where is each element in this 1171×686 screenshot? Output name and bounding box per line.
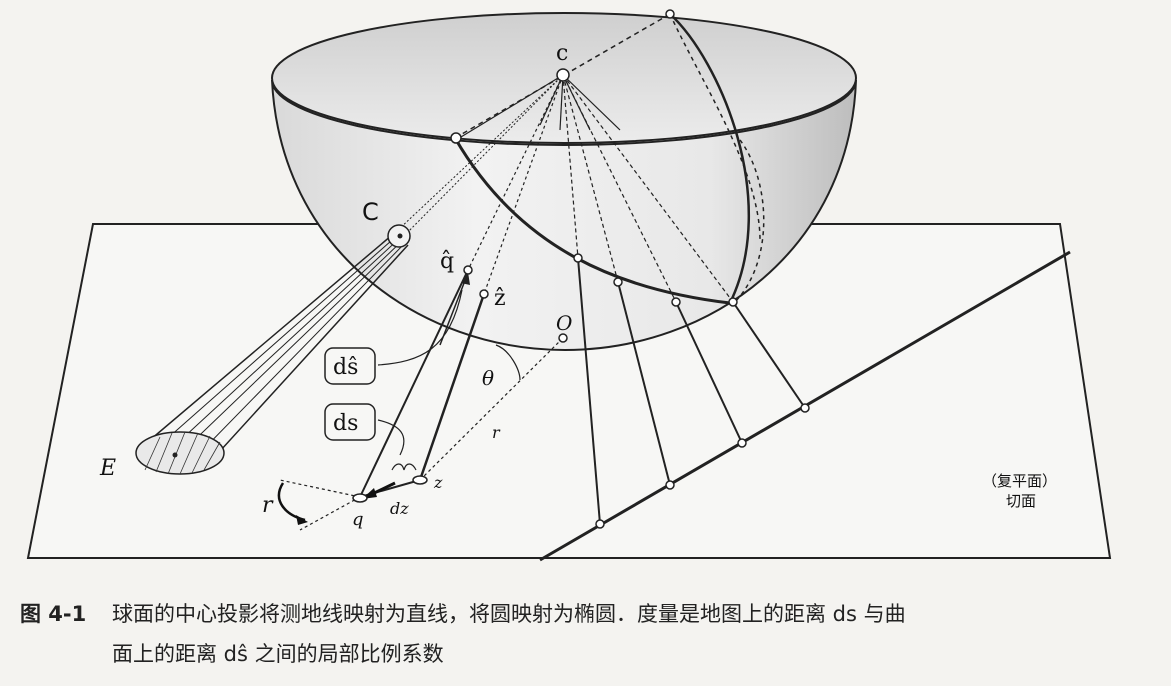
projection-diagram: c C E O q̂ ẑ q z dz θ r r dŝ ds （复平面） 切面	[26, 9, 1112, 562]
label-q-hat: q̂	[440, 249, 454, 274]
label-E: E	[99, 456, 116, 481]
label-O: O	[556, 311, 572, 335]
label-r-rotation: r	[262, 493, 274, 518]
label-theta: θ	[482, 366, 494, 390]
label-z-hat: ẑ	[494, 286, 506, 311]
label-C: C	[362, 198, 379, 226]
label-q: q	[352, 509, 364, 530]
figure-caption: 图 4-1 球面的中心投影将测地线映射为直线，将圆映射为椭圆．度量是地图上的距离 …	[20, 594, 1160, 674]
ellipse-E	[135, 431, 225, 475]
label-ds: ds	[333, 411, 358, 436]
point-E-center	[172, 452, 178, 458]
label-r: r	[492, 423, 501, 442]
label-ds-hat: dŝ	[333, 355, 358, 380]
label-z: z	[433, 473, 443, 492]
caption-number: 图 4-1	[20, 602, 87, 626]
point-C-center	[397, 233, 403, 239]
label-c: c	[556, 41, 568, 66]
caption-line-1: 球面的中心投影将测地线映射为直线，将圆映射为椭圆．度量是地图上的距离 ds 与曲	[112, 602, 906, 626]
label-plane-2: 切面	[1006, 492, 1036, 510]
caption-line-2: 面上的距离 dŝ 之间的局部比例系数	[112, 642, 444, 666]
label-dz: dz	[390, 499, 409, 518]
label-plane-1: （复平面）	[982, 472, 1057, 490]
